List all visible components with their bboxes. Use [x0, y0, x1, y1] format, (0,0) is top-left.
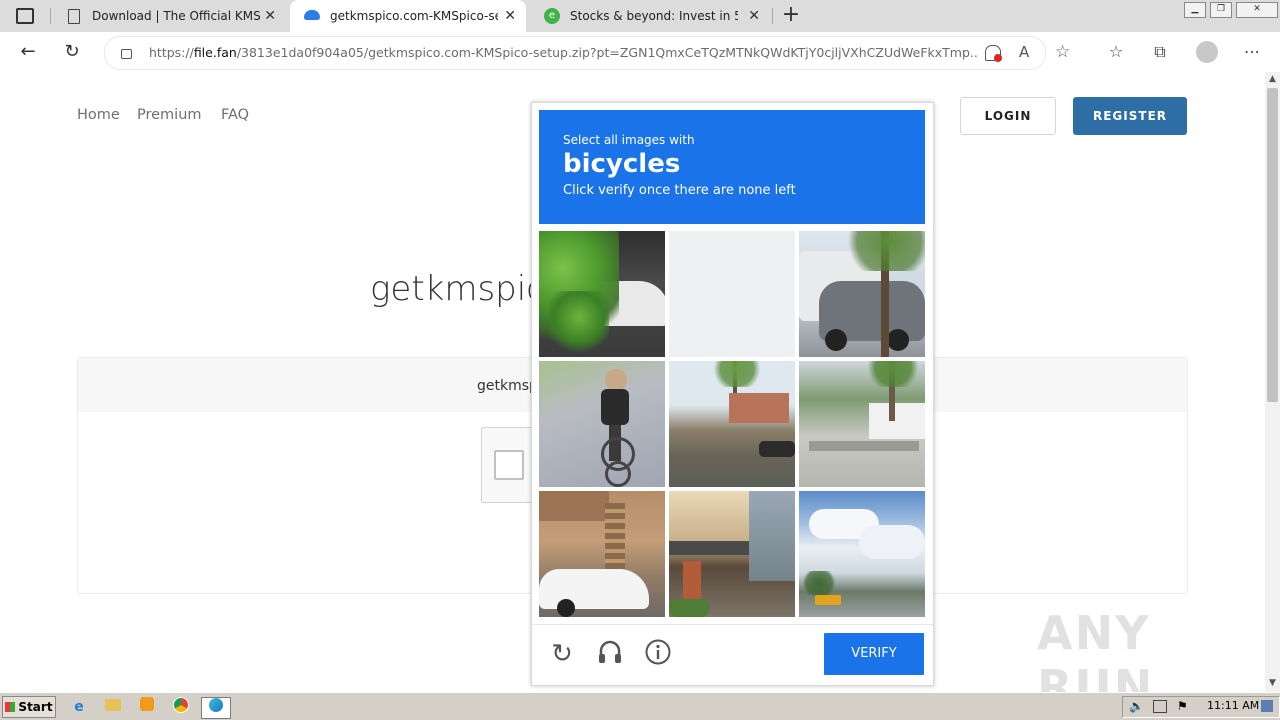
network-icon[interactable] [1153, 700, 1167, 713]
image-tile-2[interactable] [669, 231, 795, 357]
image-tile-1[interactable] [539, 231, 665, 357]
profile-avatar[interactable] [1196, 41, 1218, 63]
start-label: Start [18, 700, 53, 714]
collections-icon[interactable]: ⧉ [1148, 40, 1172, 64]
image-tile-4[interactable] [539, 361, 665, 487]
nav-home-link[interactable]: Home [77, 107, 120, 123]
refresh-challenge-icon[interactable]: ↻ [546, 638, 578, 670]
minimize-button[interactable]: ▁ [1184, 2, 1206, 18]
close-tab-icon[interactable]: ✕ [264, 8, 276, 24]
close-tab-icon[interactable]: ✕ [748, 8, 760, 24]
nav-faq-link[interactable]: FAQ [221, 107, 249, 123]
close-window-button[interactable]: ✕ [1236, 2, 1278, 18]
tab-title: Stocks & beyond: Invest in 5000 [570, 9, 738, 23]
tab-strip: Download | The Official KMSpic ✕ getkmsp… [0, 0, 1280, 32]
back-arrow-icon[interactable]: ← [16, 40, 40, 64]
challenge-footer-divider [532, 624, 933, 625]
favorites-icon[interactable]: ☆ [1104, 40, 1128, 64]
close-tab-icon[interactable]: ✕ [504, 8, 516, 24]
flag-icon[interactable]: ⚑ [1177, 699, 1188, 713]
notification-blocked-badge [994, 54, 1002, 62]
taskbar-clock: 11:11 AM [1207, 699, 1260, 712]
internet-explorer-icon[interactable]: e [68, 697, 90, 717]
lock-icon [121, 49, 132, 59]
windows-logo-icon [5, 702, 16, 712]
taskbar: Start e 🔈 ⚑ 11:11 AM [0, 692, 1280, 720]
tab-download-kmspico[interactable]: Download | The Official KMSpic ✕ [56, 0, 286, 32]
page-scrollbar[interactable]: ▲ ▼ [1265, 72, 1280, 692]
verify-button[interactable]: VERIFY [824, 633, 924, 675]
file-explorer-icon[interactable] [102, 697, 124, 717]
scroll-thumb[interactable] [1267, 88, 1278, 402]
challenge-object: bicycles [563, 149, 681, 179]
challenge-header: Select all images with bicycles Click ve… [539, 110, 925, 224]
cloud-icon [304, 10, 320, 20]
tab-etoro[interactable]: e Stocks & beyond: Invest in 5000 ✕ [530, 0, 770, 32]
edge-icon[interactable] [201, 697, 231, 719]
document-icon [68, 9, 80, 24]
login-button[interactable]: LOGIN [960, 97, 1056, 135]
info-icon[interactable] [642, 638, 674, 670]
add-favorite-icon[interactable]: ☆ [1055, 42, 1070, 62]
register-button[interactable]: REGISTER [1073, 97, 1187, 135]
scroll-down-arrow[interactable]: ▼ [1265, 676, 1280, 690]
restore-button[interactable]: ❐ [1210, 2, 1232, 18]
image-tile-8[interactable] [669, 491, 795, 617]
tab-title: Download | The Official KMSpic [92, 9, 260, 23]
captcha-challenge: Select all images with bicycles Click ve… [531, 102, 934, 686]
tab-actions-icon[interactable] [16, 8, 34, 24]
image-tile-5[interactable] [669, 361, 795, 487]
volume-icon[interactable]: 🔈 [1129, 699, 1144, 713]
audio-challenge-icon[interactable] [594, 638, 626, 670]
tab-title: getkmspico.com-KMSpico-setu [330, 9, 498, 23]
scroll-up-arrow[interactable]: ▲ [1265, 72, 1280, 86]
nav-premium-link[interactable]: Premium [137, 107, 202, 123]
show-desktop-icon[interactable] [1261, 700, 1273, 712]
challenge-prompt: Select all images with [563, 133, 695, 147]
address-bar[interactable]: https://file.fan/3813e1da0f904a05/getkms… [104, 36, 1070, 70]
start-button[interactable]: Start [2, 696, 56, 718]
image-tile-9[interactable] [799, 491, 925, 617]
chrome-icon[interactable] [170, 697, 192, 717]
system-tray: 🔈 ⚑ 11:11 AM [1122, 696, 1280, 718]
more-menu-icon[interactable]: ⋯ [1240, 40, 1264, 64]
card-title: getkmsp [477, 378, 538, 394]
captcha-checkbox[interactable] [494, 450, 524, 480]
image-tile-7[interactable] [539, 491, 665, 617]
challenge-hint: Click verify once there are none left [563, 183, 796, 198]
media-player-icon[interactable] [136, 697, 158, 717]
url-text: https://file.fan/3813e1da0f904a05/getkms… [149, 45, 979, 60]
new-tab-button[interactable]: + [780, 2, 802, 28]
refresh-icon[interactable]: ↻ [60, 40, 84, 64]
address-toolbar: ← ↻ https://file.fan/3813e1da0f904a05/ge… [0, 32, 1280, 73]
etoro-icon: e [544, 8, 560, 24]
tab-getkmspico-setup[interactable]: getkmspico.com-KMSpico-setu ✕ [290, 0, 526, 32]
anyrun-watermark: ANY RUN [1037, 606, 1155, 692]
read-aloud-icon[interactable]: A [1019, 43, 1029, 61]
image-tile-3[interactable] [799, 231, 925, 357]
image-tile-6[interactable] [799, 361, 925, 487]
